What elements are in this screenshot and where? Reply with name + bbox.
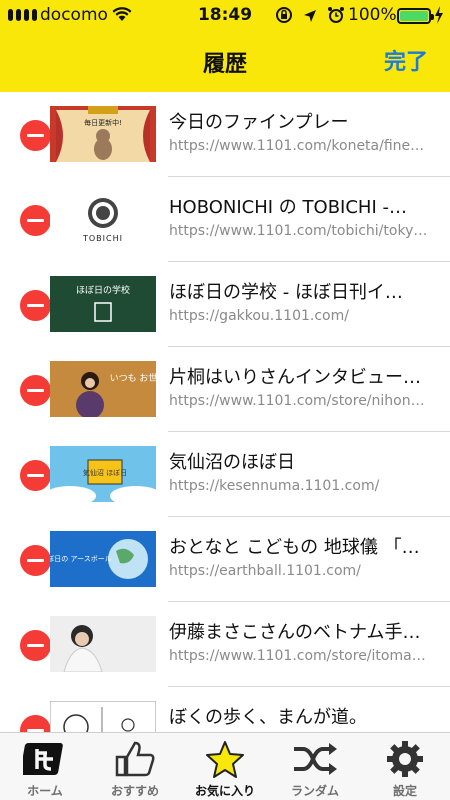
shuffle-icon xyxy=(291,739,339,783)
tab-label: 設定 xyxy=(392,784,417,798)
alarm-icon xyxy=(327,6,345,29)
tab-label: ホーム xyxy=(27,784,63,798)
page-title: 履歴 xyxy=(202,52,247,77)
item-title: おとなと こどもの 地球儀 「… xyxy=(169,537,420,558)
history-row[interactable]: 伊藤まさこさんのベトナム手… https://www.1101.com/stor… xyxy=(0,602,450,687)
thumbnail: TOBICHI xyxy=(50,191,156,247)
done-button[interactable]: 完了 xyxy=(384,44,428,76)
tab-favorites[interactable]: お気に入り xyxy=(180,733,270,800)
history-list: 毎日更新中! 今日のファインプレー https://www.1101.com/k… xyxy=(0,92,450,732)
screen-lock-icon xyxy=(275,6,293,29)
hobonichi-logo-icon xyxy=(20,739,67,783)
gear-icon xyxy=(383,739,427,783)
svg-text:ほぼ日の アースボール: ほぼ日の アースボール xyxy=(50,555,112,563)
history-row[interactable]: ぼくの歩く、まんが道。 xyxy=(0,687,450,732)
item-url: https://gakkou.1101.com/ xyxy=(169,308,349,324)
item-title: ぼくの歩く、まんが道。 xyxy=(169,707,367,728)
nav-bar: 履歴 完了 xyxy=(0,30,450,92)
tab-recommended[interactable]: おすすめ xyxy=(90,733,180,800)
thumbnail xyxy=(50,701,156,732)
item-title: HOBONICHI の TOBICHI -… xyxy=(169,197,407,218)
thumbnail: いつも お世話 xyxy=(50,361,156,417)
tab-label: おすすめ xyxy=(110,784,159,798)
charging-icon xyxy=(434,6,444,29)
tab-random[interactable]: ランダム xyxy=(270,733,360,800)
item-url: https://www.1101.com/store/nihonch… xyxy=(169,393,431,409)
delete-button[interactable] xyxy=(20,205,51,236)
battery-icon xyxy=(397,8,434,24)
svg-text:ほぼ日の学校: ほぼ日の学校 xyxy=(76,284,130,296)
tab-settings[interactable]: 設定 xyxy=(360,733,450,800)
svg-text:TOBICHI: TOBICHI xyxy=(82,234,123,243)
svg-text:いつも お世話: いつも お世話 xyxy=(110,372,156,384)
history-row[interactable]: 毎日更新中! 今日のファインプレー https://www.1101.com/k… xyxy=(0,92,450,177)
item-url: https://www.1101.com/tobichi/tokyo/… xyxy=(169,223,431,239)
delete-button[interactable] xyxy=(20,120,51,151)
item-url: https://earthball.1101.com/ xyxy=(169,563,361,579)
item-url: https://www.1101.com/store/itomasa… xyxy=(169,648,431,664)
location-icon xyxy=(303,8,317,28)
history-row[interactable]: ほぼ日の アースボール おとなと こどもの 地球儀 「… https://ear… xyxy=(0,517,450,602)
svg-text:毎日更新中!: 毎日更新中! xyxy=(84,118,122,127)
thumbnail: ほぼ日の アースボール xyxy=(50,531,156,587)
delete-button[interactable] xyxy=(20,715,51,732)
delete-button[interactable] xyxy=(20,290,51,321)
thumbnail: 毎日更新中! xyxy=(50,106,156,162)
item-title: 伊藤まさこさんのベトナム手… xyxy=(169,622,421,643)
tab-label: ランダム xyxy=(290,784,339,798)
item-url: https://kesennuma.1101.com/ xyxy=(169,478,380,494)
thumbnail: ほぼ日の学校 xyxy=(50,276,156,332)
status-bar: docomo 18:49 100% xyxy=(0,0,450,30)
item-title: ほぼ日の学校 - ほぼ日刊イ… xyxy=(169,282,403,303)
tab-bar: ホーム おすすめ お気に入り ランダム 設定 xyxy=(0,732,450,800)
history-row[interactable]: TOBICHI HOBONICHI の TOBICHI -… https://w… xyxy=(0,177,450,262)
battery-percent: 100% xyxy=(348,5,397,25)
header-area: docomo 18:49 100% 履歴 完了 xyxy=(0,0,450,92)
item-title: 今日のファインプレー xyxy=(169,112,349,133)
item-title: 片桐はいりさんインタビュー… xyxy=(169,367,421,388)
thumbnail: 気仙沼 ほぼ日 xyxy=(50,446,156,502)
history-row[interactable]: いつも お世話 片桐はいりさんインタビュー… https://www.1101.… xyxy=(0,347,450,432)
thumbs-up-icon xyxy=(113,739,157,783)
delete-button[interactable] xyxy=(20,375,51,406)
thumbnail xyxy=(50,616,156,672)
delete-button[interactable] xyxy=(20,630,51,661)
tab-label: お気に入り xyxy=(194,784,255,798)
svg-text:気仙沼 ほぼ日: 気仙沼 ほぼ日 xyxy=(83,468,127,477)
tab-home[interactable]: ホーム xyxy=(0,733,90,800)
item-title: 気仙沼のほぼ日 xyxy=(169,452,295,473)
history-row[interactable]: ほぼ日の学校 ほぼ日の学校 - ほぼ日刊イ… https://gakkou.11… xyxy=(0,262,450,347)
history-row[interactable]: 気仙沼 ほぼ日 気仙沼のほぼ日 https://kesennuma.1101.c… xyxy=(0,432,450,517)
star-icon xyxy=(203,739,247,783)
item-url: https://www.1101.com/koneta/finepl… xyxy=(169,138,431,154)
delete-button[interactable] xyxy=(20,545,51,576)
delete-button[interactable] xyxy=(20,460,51,491)
